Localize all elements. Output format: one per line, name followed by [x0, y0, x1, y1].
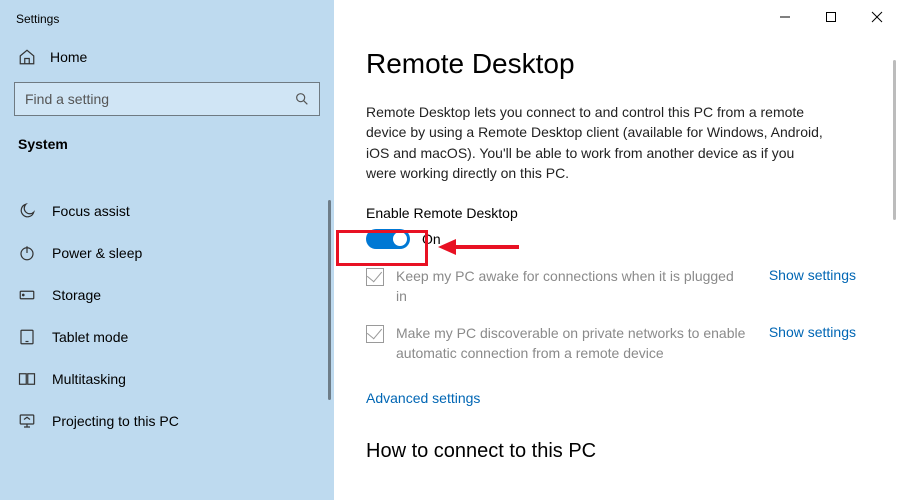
enable-remote-desktop-toggle-row: On [366, 229, 860, 249]
show-settings-link-1[interactable]: Show settings [769, 267, 856, 283]
storage-icon [18, 286, 36, 304]
search-input[interactable] [14, 82, 320, 116]
close-button[interactable] [854, 2, 900, 32]
minimize-icon [779, 11, 791, 23]
sidebar-item-storage[interactable]: Storage [0, 274, 334, 316]
sidebar-item-multitasking[interactable]: Multitasking [0, 358, 334, 400]
sidebar-item-label: Tablet mode [52, 329, 128, 345]
checkbox-keep-awake[interactable] [366, 268, 384, 286]
how-to-connect-heading: How to connect to this PC [366, 440, 860, 463]
sidebar-item-label: Projecting to this PC [52, 413, 179, 429]
multitasking-icon [18, 370, 36, 388]
sidebar-item-label: Focus assist [52, 203, 130, 219]
sidebar-item-label: Multitasking [52, 371, 126, 387]
option-keep-awake: Keep my PC awake for connections when it… [366, 267, 856, 306]
sidebar-item-tablet-mode[interactable]: Tablet mode [0, 316, 334, 358]
sidebar-item-focus-assist[interactable]: Focus assist [0, 190, 334, 232]
home-label: Home [50, 49, 87, 65]
sidebar-scrollbar[interactable] [328, 200, 331, 400]
maximize-icon [825, 11, 837, 23]
advanced-settings-link[interactable]: Advanced settings [366, 390, 480, 406]
close-icon [871, 11, 883, 23]
search-wrap [14, 82, 320, 116]
sidebar-item-projecting[interactable]: Projecting to this PC [0, 400, 334, 442]
page-description: Remote Desktop lets you connect to and c… [366, 102, 826, 183]
enable-remote-desktop-label: Enable Remote Desktop [366, 205, 860, 221]
power-icon [18, 244, 36, 262]
window-titlebar [334, 0, 900, 34]
checkbox-discoverable[interactable] [366, 325, 384, 343]
section-label-system: System [0, 130, 334, 180]
enable-remote-desktop-toggle[interactable] [366, 229, 410, 249]
main-panel: Remote Desktop Remote Desktop lets you c… [334, 0, 900, 500]
option-discoverable: Make my PC discoverable on private netwo… [366, 324, 856, 363]
sidebar-item-label: Power & sleep [52, 245, 142, 261]
show-settings-link-2[interactable]: Show settings [769, 324, 856, 340]
home-icon [18, 48, 36, 66]
main-scrollbar[interactable] [893, 60, 896, 220]
option-discoverable-text: Make my PC discoverable on private netwo… [396, 324, 757, 363]
home-nav-item[interactable]: Home [0, 40, 334, 76]
settings-sidebar: Settings Home System Focus assist [0, 0, 334, 500]
projecting-icon [18, 412, 36, 430]
sidebar-item-label: Storage [52, 287, 101, 303]
moon-icon [18, 202, 36, 220]
tablet-icon [18, 328, 36, 346]
sidebar-item-power-sleep[interactable]: Power & sleep [0, 232, 334, 274]
app-title: Settings [0, 0, 334, 40]
option-keep-awake-text: Keep my PC awake for connections when it… [396, 267, 757, 306]
minimize-button[interactable] [762, 2, 808, 32]
maximize-button[interactable] [808, 2, 854, 32]
toggle-state-label: On [422, 231, 441, 247]
sidebar-nav: Focus assist Power & sleep Storage Table… [0, 190, 334, 442]
page-title: Remote Desktop [366, 48, 860, 80]
toggle-knob [393, 232, 407, 246]
